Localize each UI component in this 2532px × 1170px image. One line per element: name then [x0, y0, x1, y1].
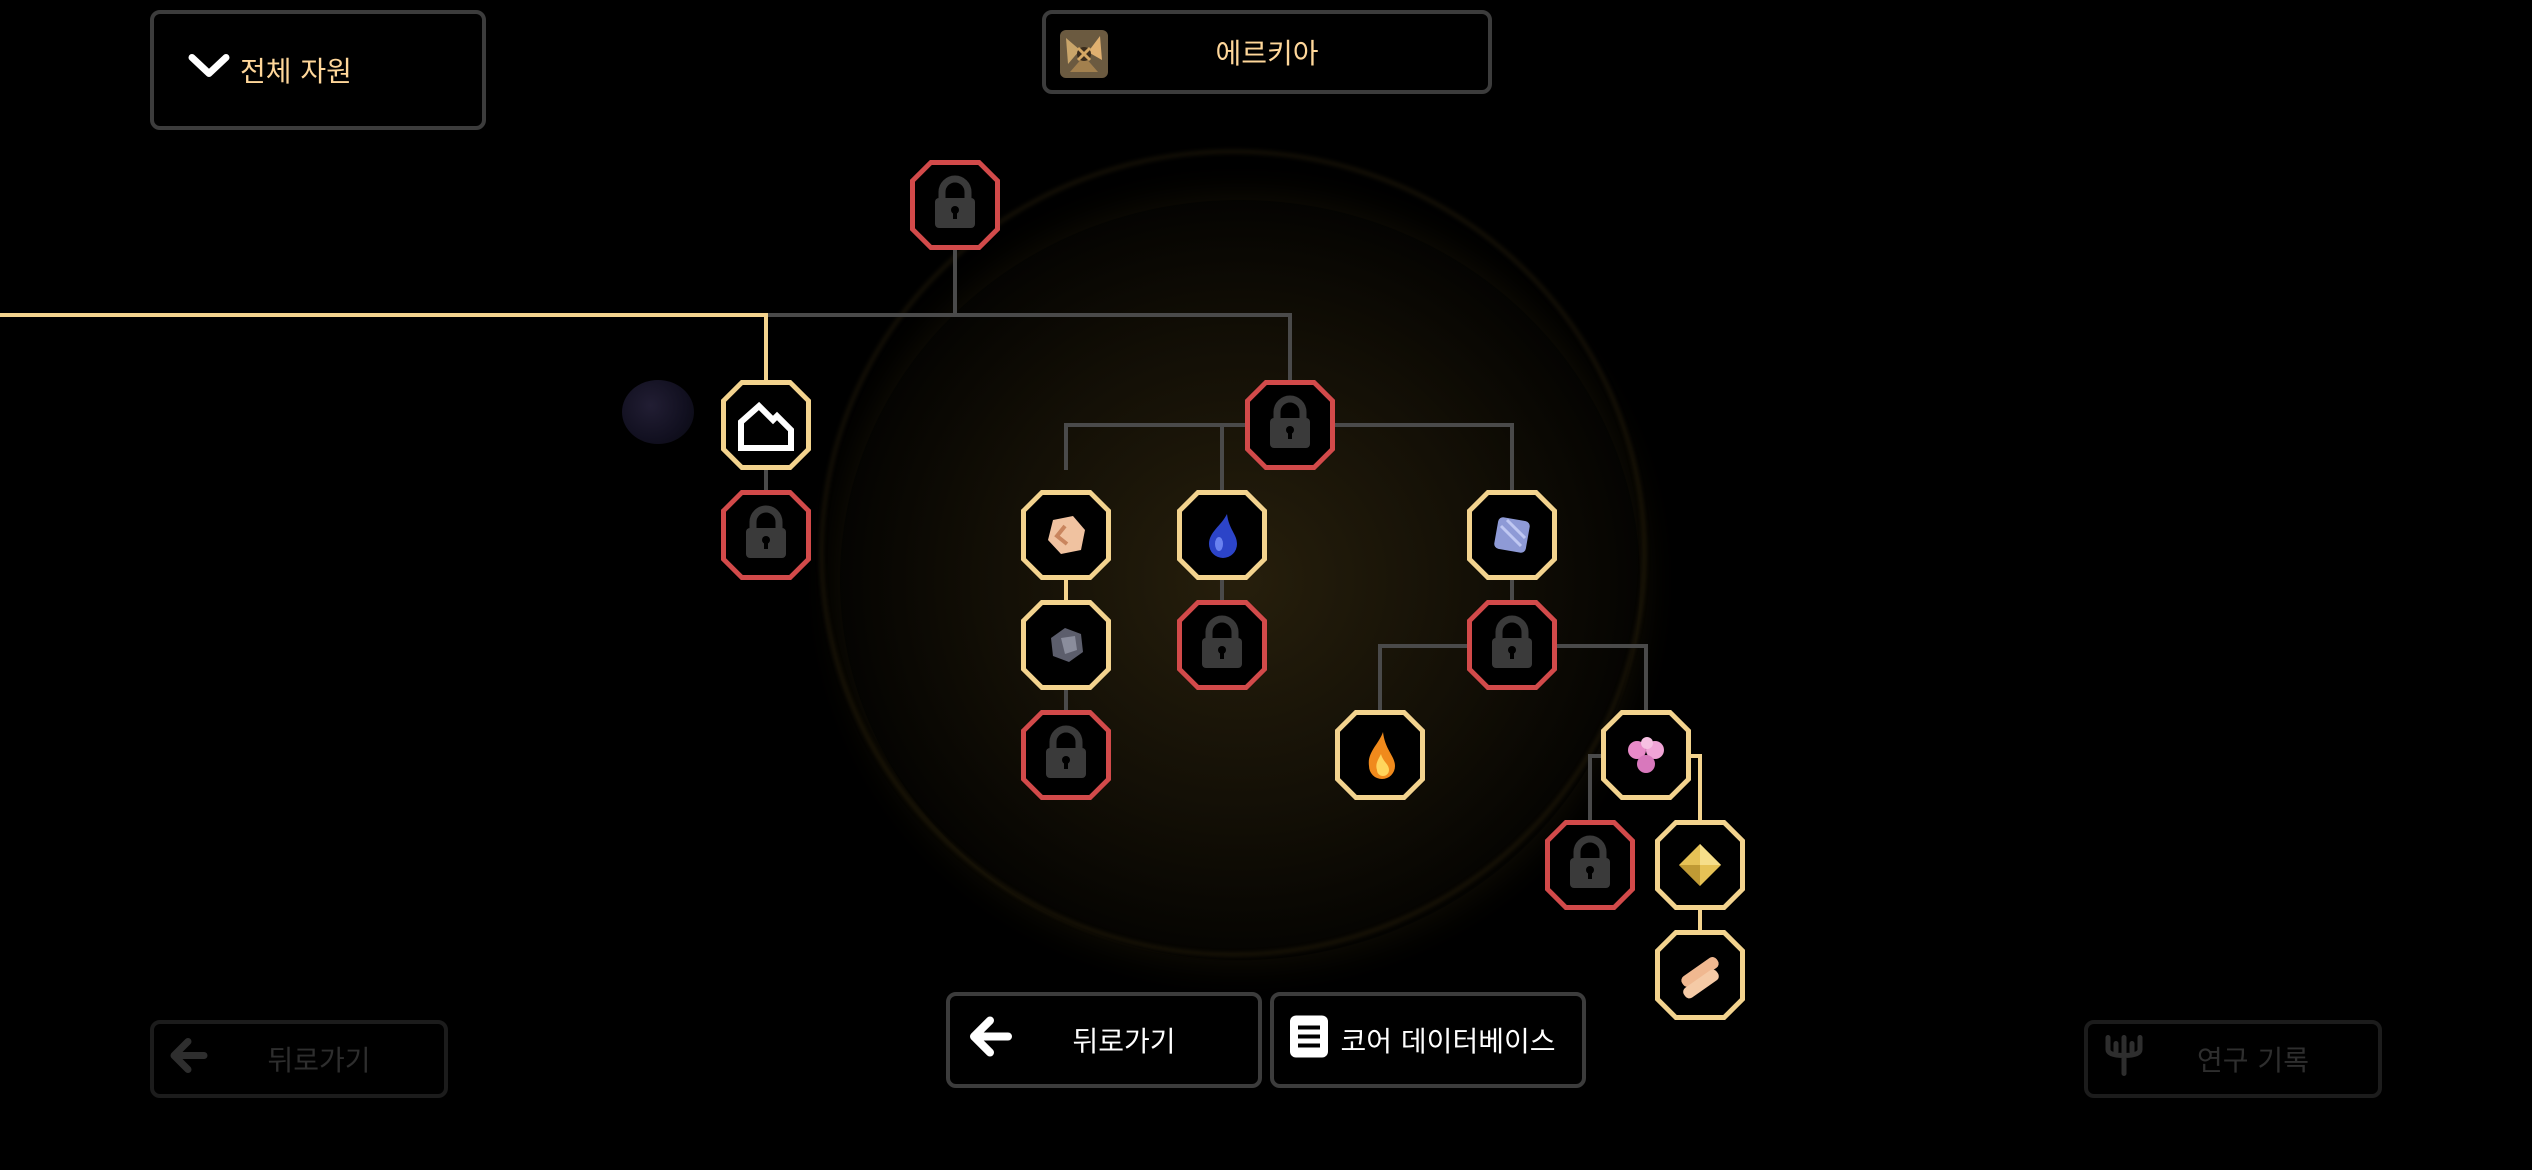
connector-root-bus — [766, 313, 1292, 384]
blue-liquid-icon — [1209, 514, 1237, 558]
lock-icon — [1570, 835, 1610, 888]
tech-node-copper-ore[interactable] — [1021, 490, 1111, 580]
gold-ingot-icon — [1679, 844, 1721, 886]
connector-pink-gold — [1690, 754, 1702, 824]
lock-icon — [746, 505, 786, 558]
tech-tree-connectors — [0, 248, 1702, 934]
back-button[interactable]: 뒤로가기 — [946, 992, 1262, 1088]
planet-name: 에르키아 — [1215, 37, 1319, 70]
lock-icon — [1270, 395, 1310, 448]
planet-thumbnail-icon — [1060, 30, 1108, 78]
tech-node-pink-cluster[interactable] — [1601, 710, 1691, 800]
back-button-label: 뒤로가기 — [1072, 1025, 1176, 1058]
tech-node-copper-bars[interactable] — [1655, 930, 1745, 1020]
copper-bars-icon — [1681, 957, 1719, 999]
flame-drop-icon — [1368, 732, 1395, 779]
back-ghost-label: 뒤로가기 — [267, 1044, 371, 1077]
tech-node-stone-ore[interactable] — [1021, 600, 1111, 690]
research-log-button-ghost: 연구 기록 — [2084, 1020, 2382, 1098]
core-database-button[interactable]: 코어 데이터베이스 — [1270, 992, 1586, 1088]
home-base-icon — [738, 401, 794, 451]
arrow-left-icon — [968, 1016, 1012, 1064]
connector-active-main — [0, 313, 768, 384]
planet-selector[interactable]: 에르키아 — [1042, 10, 1492, 94]
lock-icon — [935, 175, 975, 228]
tech-node-root[interactable] — [910, 160, 1000, 250]
chevron-down-icon — [188, 52, 230, 89]
tech-node-home-base[interactable] — [721, 380, 811, 470]
tech-node-home-locked[interactable] — [721, 490, 811, 580]
lock-icon — [1046, 725, 1086, 778]
pink-cluster-icon — [1628, 737, 1664, 773]
tech-node-flame[interactable] — [1335, 710, 1425, 800]
trident-icon — [2102, 1034, 2146, 1085]
lock-icon — [1492, 615, 1532, 668]
back-button-ghost: 뒤로가기 — [150, 1020, 448, 1098]
stone-ore-icon — [1051, 628, 1083, 662]
tech-node-blue-locked[interactable] — [1177, 600, 1267, 690]
resource-filter-dropdown[interactable]: 전체 자원 — [150, 10, 486, 130]
tech-node-blue-liquid[interactable] — [1177, 490, 1267, 580]
document-icon — [1288, 1014, 1330, 1067]
tech-node-hub[interactable] — [1245, 380, 1335, 470]
copper-ore-icon — [1048, 516, 1085, 554]
tech-node-crystal-locked[interactable] — [1467, 600, 1557, 690]
arrow-left-icon — [168, 1038, 208, 1081]
blue-crystal-icon — [1494, 517, 1530, 553]
lock-icon — [1202, 615, 1242, 668]
research-log-label: 연구 기록 — [2197, 1044, 2309, 1077]
tech-node-stone-locked[interactable] — [1021, 710, 1111, 800]
tech-node-gold-ingot[interactable] — [1655, 820, 1745, 910]
tech-node-blue-crystal[interactable] — [1467, 490, 1557, 580]
tech-node-pink-locked[interactable] — [1545, 820, 1635, 910]
filter-label: 전체 자원 — [240, 55, 352, 88]
core-database-label: 코어 데이터베이스 — [1340, 1025, 1556, 1058]
